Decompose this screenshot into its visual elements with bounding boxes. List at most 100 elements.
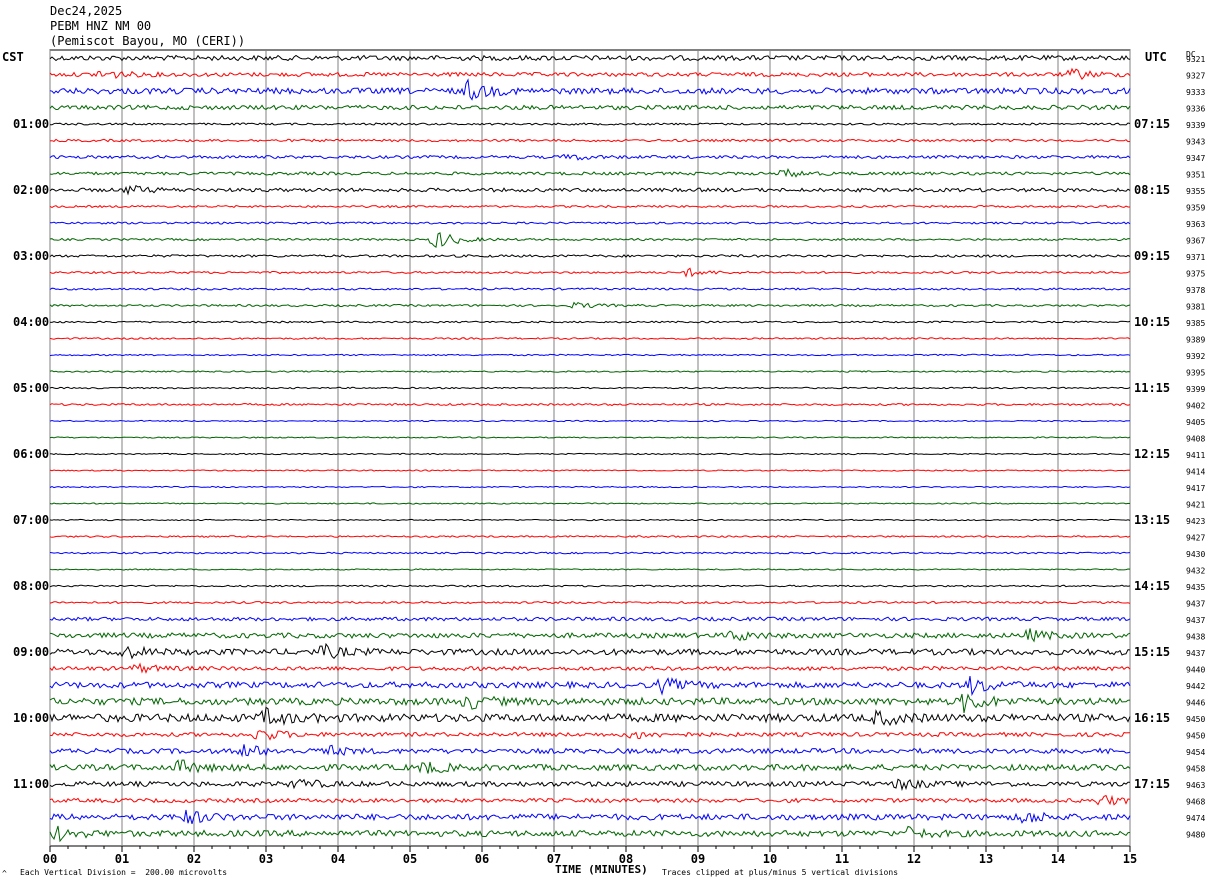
dc-offset-label: 9417 <box>1186 484 1205 493</box>
cst-hour-label: 09:00 <box>13 645 49 659</box>
trace-3 <box>49 104 1131 111</box>
trace-0 <box>49 54 1131 62</box>
xtick-label-14: 14 <box>1051 852 1065 866</box>
trace-8 <box>49 184 1131 196</box>
trace-7 <box>49 168 1131 178</box>
trace-11 <box>49 232 1131 248</box>
trace-16 <box>49 320 1131 324</box>
dc-offset-label: 9454 <box>1186 748 1205 757</box>
utc-hour-label: 12:15 <box>1134 447 1170 461</box>
cst-hour-label: 11:00 <box>13 777 49 791</box>
trace-35 <box>49 628 1131 643</box>
trace-26 <box>49 485 1131 489</box>
trace-2 <box>49 78 1131 101</box>
dc-offset-label: 9421 <box>1186 501 1205 510</box>
xtick-label-05: 05 <box>403 852 417 866</box>
dc-offset-label: 9414 <box>1186 468 1205 477</box>
xtick-label-11: 11 <box>835 852 849 866</box>
xtick-label-04: 04 <box>331 852 345 866</box>
trace-47 <box>49 825 1131 843</box>
vertical-division-note: Each Vertical Division = 200.00 microvol… <box>20 868 228 877</box>
xtick-label-03: 03 <box>259 852 273 866</box>
dc-offset-label: 9389 <box>1186 336 1205 345</box>
dc-offset-label: 9468 <box>1186 798 1205 807</box>
dc-offset-label: 9321 <box>1186 55 1205 64</box>
trace-17 <box>49 337 1131 340</box>
trace-4 <box>49 122 1131 126</box>
xtick-label-15: 15 <box>1123 852 1137 866</box>
trace-39 <box>49 693 1131 714</box>
trace-37 <box>49 662 1131 674</box>
dc-offset-label: 9371 <box>1186 253 1205 262</box>
xtick-label-00: 00 <box>43 852 57 866</box>
xtick-label-10: 10 <box>763 852 777 866</box>
dc-offset-label: 9392 <box>1186 352 1205 361</box>
clip-note: Traces clipped at plus/minus 5 vertical … <box>662 868 899 877</box>
dc-offset-label: 9339 <box>1186 121 1205 130</box>
cst-hour-label: 03:00 <box>13 249 49 263</box>
trace-10 <box>49 221 1131 225</box>
dc-offset-label: 9450 <box>1186 732 1205 741</box>
dc-offset-label: 9437 <box>1186 649 1205 658</box>
trace-27 <box>49 502 1131 505</box>
trace-21 <box>49 402 1131 407</box>
dc-offset-label: 9351 <box>1186 171 1205 180</box>
cst-hour-label: 07:00 <box>13 513 49 527</box>
dc-offset-label: 9355 <box>1186 187 1205 196</box>
dc-offset-label: 9347 <box>1186 154 1205 163</box>
trace-31 <box>49 568 1131 571</box>
xtick-label-01: 01 <box>115 852 129 866</box>
trace-44 <box>49 778 1131 792</box>
xtick-label-02: 02 <box>187 852 201 866</box>
utc-hour-label: 15:15 <box>1134 645 1170 659</box>
trace-24 <box>49 452 1131 456</box>
xaxis-title: TIME (MINUTES) <box>555 863 648 876</box>
trace-18 <box>49 353 1131 357</box>
trace-28 <box>49 518 1131 522</box>
dc-offset-label: 9399 <box>1186 385 1205 394</box>
cst-hour-label: 06:00 <box>13 447 49 461</box>
xtick-label-12: 12 <box>907 852 921 866</box>
utc-hour-label: 13:15 <box>1134 513 1170 527</box>
utc-hour-label: 09:15 <box>1134 249 1170 263</box>
utc-hour-label: 16:15 <box>1134 711 1170 725</box>
trace-13 <box>49 267 1131 278</box>
trace-45 <box>49 794 1131 806</box>
dc-offset-label: 9343 <box>1186 138 1205 147</box>
dc-offset-label: 9378 <box>1186 286 1205 295</box>
plot-frame <box>49 49 1131 847</box>
trace-36 <box>49 642 1131 660</box>
dc-offset-label: 9336 <box>1186 105 1205 114</box>
trace-33 <box>49 600 1131 605</box>
dc-offset-label: 9427 <box>1186 534 1205 543</box>
dc-offset-label: 9359 <box>1186 204 1205 213</box>
trace-1 <box>49 67 1131 80</box>
dc-offset-label: 9437 <box>1186 600 1205 609</box>
dc-offset-label: 9385 <box>1186 319 1205 328</box>
trace-46 <box>49 809 1131 825</box>
trace-19 <box>49 370 1131 373</box>
dc-offset-label: 9442 <box>1186 682 1205 691</box>
minute-grid <box>49 49 1131 852</box>
dc-offset-label: 9437 <box>1186 616 1205 625</box>
dc-offset-label: 9446 <box>1186 699 1205 708</box>
dc-offset-label: 9435 <box>1186 583 1205 592</box>
dc-offset-label: 9405 <box>1186 418 1205 427</box>
trace-6 <box>49 153 1131 161</box>
trace-23 <box>49 436 1131 439</box>
trace-43 <box>49 759 1131 774</box>
cst-hour-label: 08:00 <box>13 579 49 593</box>
dc-offset-label: 9432 <box>1186 567 1205 576</box>
dc-offset-label: 9430 <box>1186 550 1205 559</box>
trace-22 <box>49 419 1131 423</box>
dc-offset-label: 9375 <box>1186 270 1205 279</box>
corner-mark-icon: ^ <box>2 869 7 878</box>
trace-9 <box>49 204 1130 209</box>
trace-12 <box>49 254 1131 258</box>
dc-offset-label: 9411 <box>1186 451 1205 460</box>
dc-offset-label: 9333 <box>1186 88 1205 97</box>
dc-offset-label: 9450 <box>1186 715 1205 724</box>
dc-offset-label: 9327 <box>1186 72 1205 81</box>
dc-offset-label: 9402 <box>1186 402 1205 411</box>
cst-hour-label: 04:00 <box>13 315 49 329</box>
